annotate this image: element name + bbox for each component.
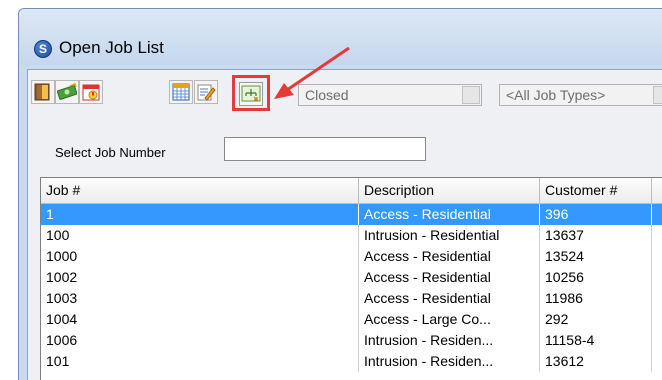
cell-customer-number: 13524 (540, 246, 652, 267)
cell-job-number: 1 (41, 204, 359, 225)
select-job-number-label: Select Job Number (55, 145, 166, 160)
window-title: Open Job List (59, 38, 164, 57)
calendar-alert-icon (82, 84, 100, 101)
edit-job-button[interactable] (194, 80, 218, 104)
cell-job-number: 101 (41, 351, 359, 372)
cell-description: Access - Large Co... (359, 309, 540, 330)
column-header-customer-number[interactable]: Customer # (540, 178, 652, 203)
cell-description: Intrusion - Residential (359, 225, 540, 246)
open-door-icon (34, 83, 50, 101)
cell-description: Intrusion - Residen... (359, 351, 540, 372)
table-row[interactable]: 101 Intrusion - Residen... 13612 (41, 351, 662, 372)
column-header-job-number[interactable]: Job # (41, 178, 359, 203)
highlight-box (232, 75, 270, 111)
table-row[interactable]: 1003 Access - Residential 11986 (41, 288, 662, 309)
cell-job-number: 1000 (41, 246, 359, 267)
money-icon (57, 83, 77, 100)
job-type-dropdown-button[interactable] (653, 86, 662, 104)
open-job-button[interactable] (31, 80, 55, 104)
table-row[interactable]: 100 Intrusion - Residential 13637 (41, 225, 662, 246)
schedule-alert-button[interactable] (79, 80, 103, 104)
table-row[interactable]: 1006 Intrusion - Residen... 11158-4 (41, 330, 662, 351)
job-list-grid[interactable]: Job # Description Customer # 1 Access - R… (40, 177, 662, 380)
cell-customer-number: 13612 (540, 351, 652, 372)
cell-description: Access - Residential (359, 204, 540, 225)
table-row[interactable]: 1002 Access - Residential 10256 (41, 267, 662, 288)
cell-job-number: 100 (41, 225, 359, 246)
job-type-filter-combo[interactable]: <All Job Types> (499, 84, 662, 106)
client-area: Closed <All Job Types> Select Job Number… (27, 69, 662, 380)
status-filter-combo[interactable]: Closed (298, 84, 482, 106)
app-logo-icon: S (34, 40, 52, 58)
cell-description: Access - Residential (359, 288, 540, 309)
status-filter-dropdown-button[interactable] (462, 86, 480, 104)
calendar-button[interactable] (169, 80, 193, 104)
job-type-filter-value: <All Job Types> (506, 87, 606, 103)
cell-customer-number: 10256 (540, 267, 652, 288)
cell-customer-number: 13637 (540, 225, 652, 246)
table-row[interactable]: 1000 Access - Residential 13524 (41, 246, 662, 267)
calendar-grid-icon (172, 83, 190, 101)
cell-job-number: 1003 (41, 288, 359, 309)
open-job-list-window: S Open Job List Closed <All Job Types> S… (18, 8, 662, 380)
title-bar: S Open Job List (19, 9, 662, 65)
toolbar: Closed <All Job Types> (28, 70, 662, 111)
column-header-description[interactable]: Description (359, 178, 540, 203)
cell-description: Access - Residential (359, 246, 540, 267)
table-row[interactable]: 1004 Access - Large Co... 292 (41, 309, 662, 330)
cell-job-number: 1004 (41, 309, 359, 330)
cell-customer-number: 11986 (540, 288, 652, 309)
billing-button[interactable] (55, 80, 79, 104)
cell-description: Access - Residential (359, 267, 540, 288)
grid-header: Job # Description Customer # (41, 178, 662, 204)
cell-job-number: 1002 (41, 267, 359, 288)
job-number-input[interactable] (224, 137, 426, 161)
cell-job-number: 1006 (41, 330, 359, 351)
cell-customer-number: 292 (540, 309, 652, 330)
status-filter-value: Closed (305, 87, 349, 103)
cell-description: Intrusion - Residen... (359, 330, 540, 351)
table-row[interactable]: 1 Access - Residential 396 (41, 204, 662, 225)
cell-customer-number: 396 (540, 204, 652, 225)
edit-note-icon (197, 84, 216, 101)
cell-customer-number: 11158-4 (540, 330, 652, 351)
